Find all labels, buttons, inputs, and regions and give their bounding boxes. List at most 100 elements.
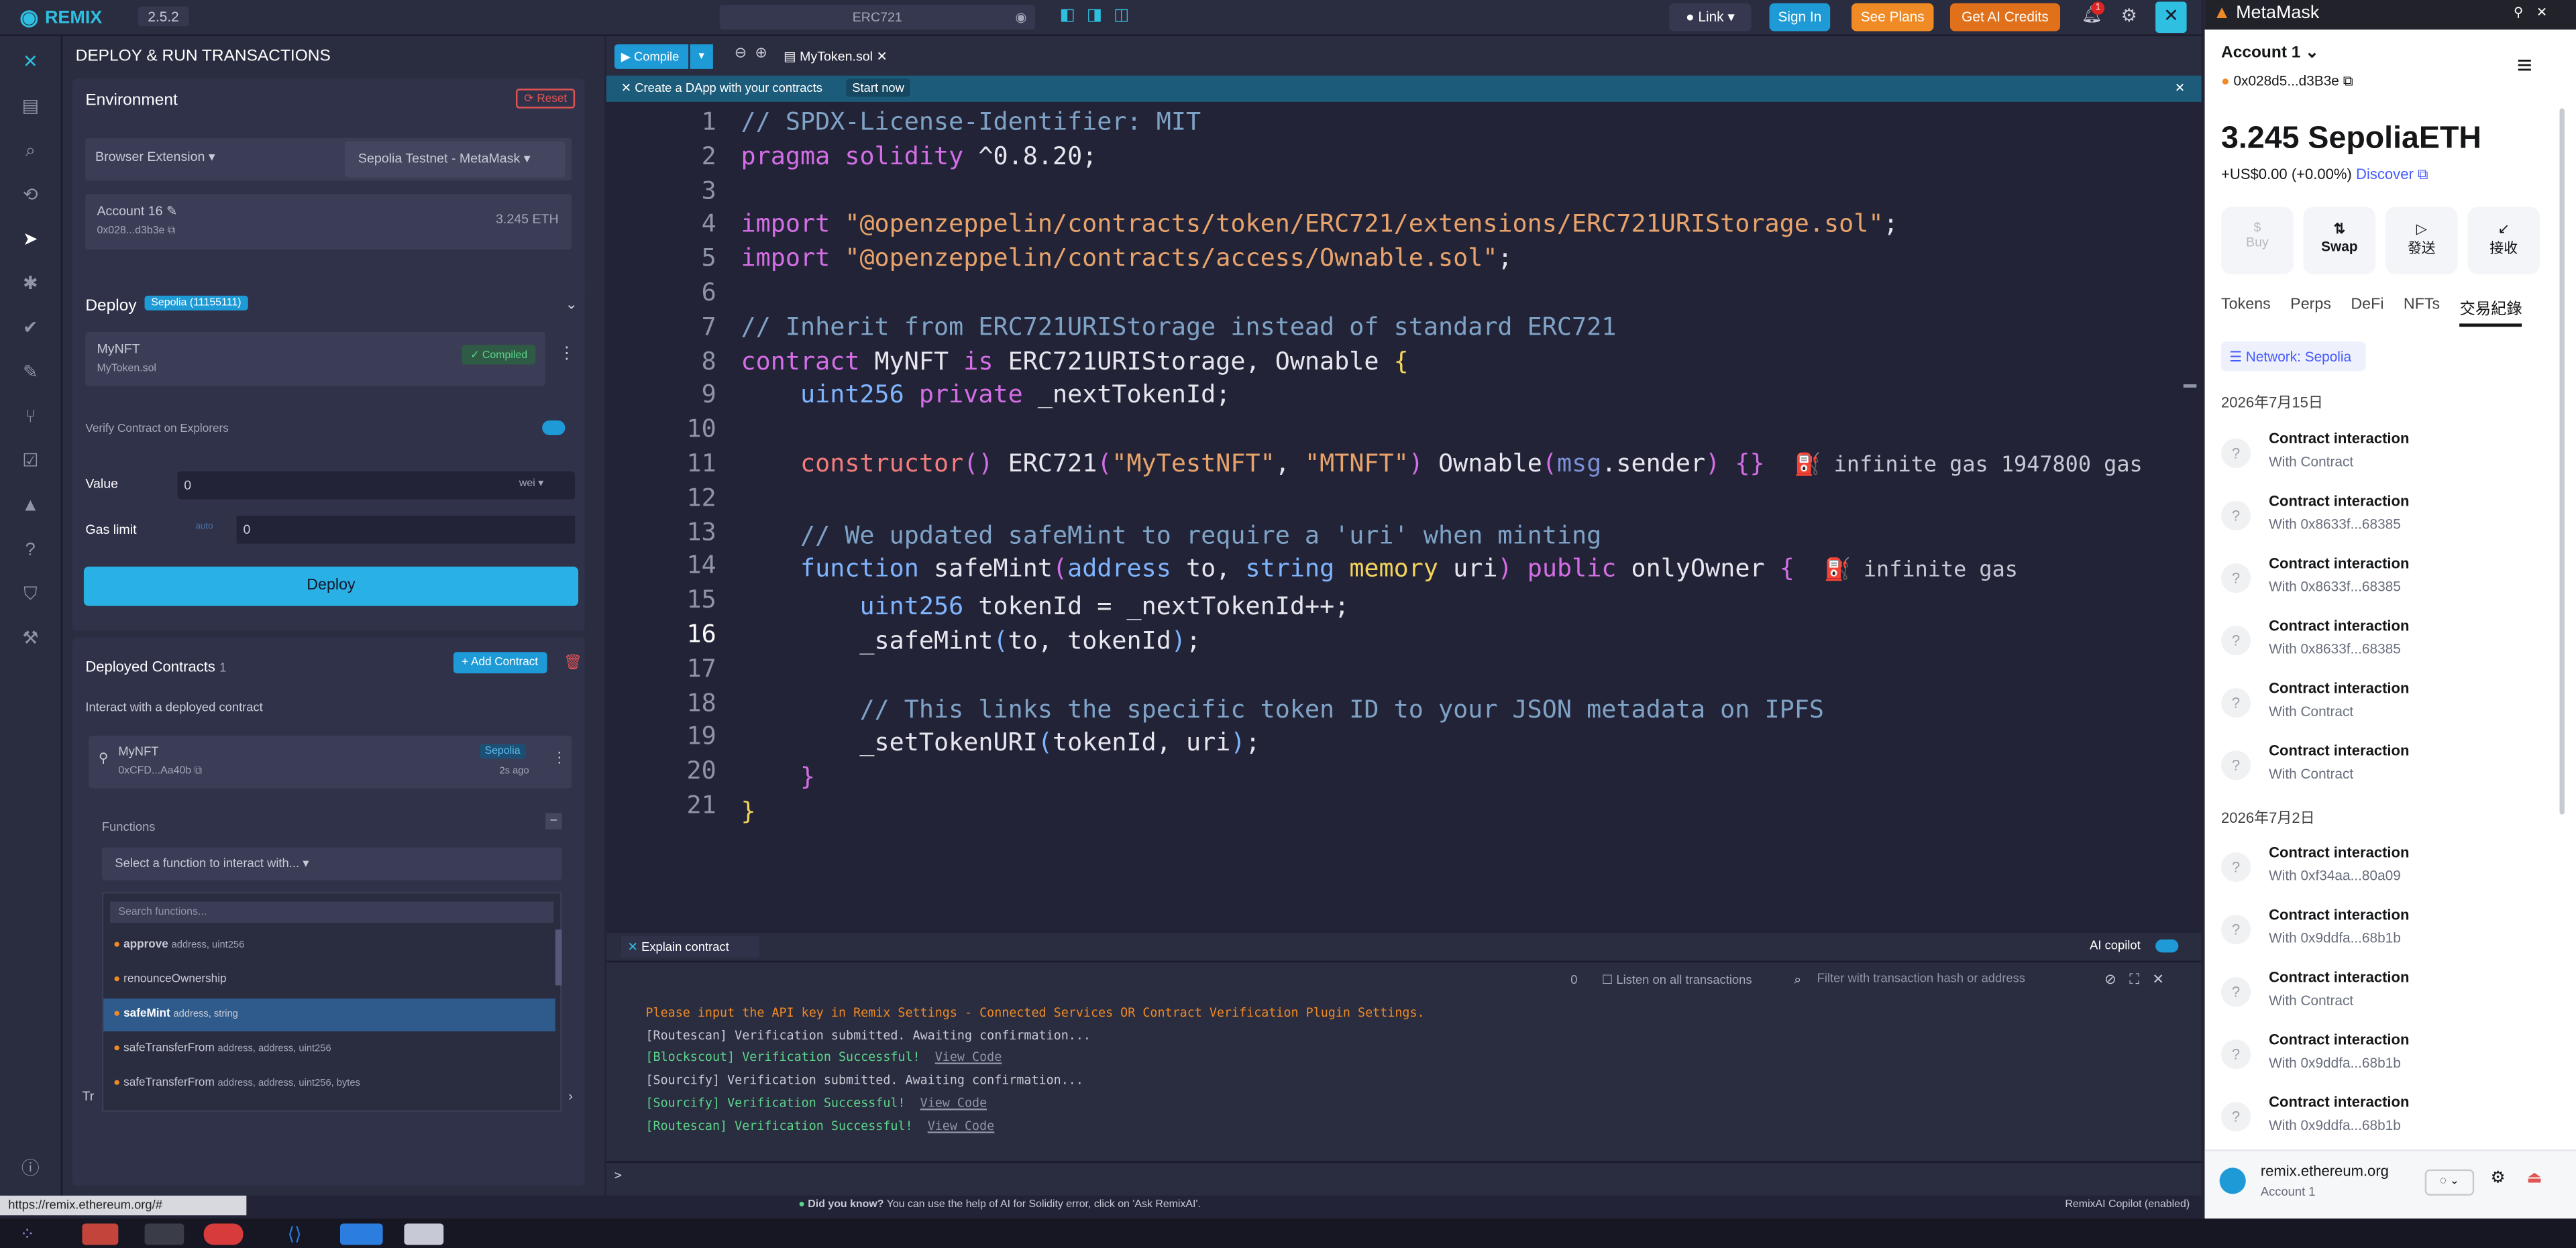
account-address[interactable]: ● 0x028d5...d3B3e ⧉ xyxy=(2221,72,2353,91)
pin-icon[interactable]: ⚲ xyxy=(99,750,108,765)
activity-scrollbar[interactable] xyxy=(2559,108,2565,815)
learneth-icon[interactable]: ▲ xyxy=(18,494,43,519)
tx-item[interactable]: ? Contract interaction With 0x8633f...6838… xyxy=(2205,550,2576,612)
terminal-controls[interactable]: ⊘⛶✕ xyxy=(2104,970,2177,988)
browser-icon[interactable] xyxy=(203,1223,244,1245)
view-code-link[interactable]: View Code xyxy=(935,1050,1002,1064)
gas-auto-toggle[interactable]: auto xyxy=(191,520,219,534)
tab-perps[interactable]: Perps xyxy=(2290,296,2331,327)
function-option-safetransferfrom-bytes[interactable]: ● safeTransferFrom address, address, uin… xyxy=(103,1068,555,1100)
gas-limit-input[interactable]: 0 xyxy=(236,515,576,544)
close-icon[interactable]: ✕ xyxy=(877,49,888,64)
workspace-selector[interactable]: ERC721 ◉ xyxy=(719,5,1035,30)
site-network-select[interactable]: ◌ ⌄ xyxy=(2424,1169,2475,1196)
git-icon[interactable]: ⑂ xyxy=(18,406,43,431)
function-option-safemint[interactable]: ● safeMint address, string xyxy=(103,998,555,1031)
file-explorer-icon[interactable]: ▤ xyxy=(18,95,43,120)
layout-toggle-icons[interactable]: ◧◨◫ xyxy=(1060,7,1141,25)
tx-item[interactable]: ? Contract interaction With 0x9ddfa...68b1… xyxy=(2205,1089,2576,1151)
dropdown-scrollbar[interactable] xyxy=(555,929,562,986)
tx-item[interactable]: ? Contract interaction With 0x9ddfa...68b1… xyxy=(2205,902,2576,964)
app-icon[interactable] xyxy=(404,1223,444,1245)
swap-button[interactable]: ⇅ Swap xyxy=(2303,207,2376,274)
hamburger-menu-icon[interactable]: ≡ xyxy=(2517,52,2532,82)
terminal-prompt[interactable]: > xyxy=(614,1168,622,1182)
listen-checkbox[interactable]: ☐ Listen on all transactions xyxy=(1602,972,1752,987)
tx-item[interactable]: ? Contract interaction With Contract xyxy=(2205,738,2576,800)
tab-nfts[interactable]: NFTs xyxy=(2404,296,2440,327)
home-icon[interactable]: ✕ xyxy=(18,51,43,76)
chevron-down-icon[interactable]: ⌄ xyxy=(565,296,577,314)
collapse-icon[interactable]: − xyxy=(545,813,562,830)
debugger-icon[interactable]: ✱ xyxy=(18,273,43,298)
tx-item[interactable]: ? Contract interaction With 0x8633f...6838… xyxy=(2205,488,2576,550)
tab-activity[interactable]: 交易紀錄 xyxy=(2459,296,2522,327)
pencil-icon[interactable]: ✎ xyxy=(166,204,177,219)
copilot-status[interactable]: RemixAI Copilot (enabled) xyxy=(2065,1199,2190,1210)
help-icon[interactable]: ? xyxy=(18,538,43,563)
tab-tokens[interactable]: Tokens xyxy=(2221,296,2271,327)
function-select[interactable]: Select a function to interact with... ▾ xyxy=(101,847,562,881)
start-now-button[interactable]: Start now xyxy=(845,78,911,97)
app-icon[interactable] xyxy=(339,1223,383,1245)
window-controls[interactable]: ⚲✕ xyxy=(2514,5,2561,19)
tx-item[interactable]: ? Contract interaction With Contract xyxy=(2205,425,2576,488)
buy-button[interactable]: $ Buy xyxy=(2221,207,2294,274)
tx-item[interactable]: ? Contract interaction With Contract xyxy=(2205,964,2576,1027)
apps-icon[interactable]: ⁘ xyxy=(19,1224,35,1245)
terminal-filter-input[interactable]: Filter with transaction hash or address xyxy=(1817,967,2100,990)
deploy-button[interactable]: Deploy xyxy=(83,566,579,606)
explain-contract-button[interactable]: ✕ Explain contract xyxy=(621,935,759,958)
terminal-icon[interactable] xyxy=(144,1223,184,1245)
compile-button[interactable]: ▶ Compile xyxy=(614,44,689,69)
files-icon[interactable] xyxy=(82,1223,119,1245)
discover-link[interactable]: Discover ⧉ xyxy=(2356,166,2428,182)
get-ai-credits-button[interactable]: Get AI Credits xyxy=(1949,3,2061,32)
function-option-renounce[interactable]: ● renounceOwnership xyxy=(103,964,555,997)
provider-select[interactable]: Browser Extension ▾ xyxy=(95,150,215,164)
function-option-approve[interactable]: ● approve address, uint256 xyxy=(103,929,555,962)
deployed-instance[interactable]: ⚲ MyNFT 0xCFD...Aa40b ⧉ Sepolia 2s ago ⋮ xyxy=(89,736,572,789)
copy-icon[interactable]: ⧉ xyxy=(168,225,175,237)
verify-toggle[interactable] xyxy=(542,420,566,435)
remix-logo[interactable]: ◉ REMIX xyxy=(19,5,102,31)
function-option-safetransferfrom[interactable]: ● safeTransferFrom address, address, uin… xyxy=(103,1033,555,1066)
account-selector[interactable]: Account 1 ⌄ xyxy=(2221,44,2319,62)
tab-mytoken[interactable]: ▤ MyToken.sol ✕ xyxy=(784,43,905,72)
analysis-icon[interactable]: ☑ xyxy=(18,450,43,475)
kebab-menu-icon[interactable]: ⋮ xyxy=(552,749,567,767)
code-text[interactable]: // SPDX-License-Identifier: MIT pragma s… xyxy=(741,105,2142,829)
account-select[interactable]: Account 16 ✎ 0x028...d3b3e ⧉ 3.245 ETH xyxy=(85,193,572,250)
tab-defi[interactable]: DeFi xyxy=(2351,296,2383,327)
receive-button[interactable]: ↙ 接收 xyxy=(2467,207,2540,274)
copy-icon[interactable]: ⧉ xyxy=(195,765,202,777)
see-plans-button[interactable]: See Plans xyxy=(1851,3,1934,32)
info-icon[interactable]: ⓘ xyxy=(18,1158,43,1183)
solidity-compiler-icon[interactable]: ⟲ xyxy=(18,184,43,209)
sign-in-button[interactable]: Sign In xyxy=(1769,3,1831,32)
search-icon[interactable]: ⌕ xyxy=(18,139,43,164)
send-button[interactable]: ▷ 發送 xyxy=(2385,207,2458,274)
deploy-run-icon[interactable]: ➤ xyxy=(18,228,43,253)
plugin-manager-icon[interactable]: ⚒ xyxy=(18,628,43,653)
test-icon[interactable]: ✔ xyxy=(18,317,43,342)
tx-item[interactable]: ? Contract interaction With 0x9ddfa...68b1… xyxy=(2205,1027,2576,1089)
zoom-icons[interactable]: ⊖⊕ xyxy=(735,44,775,62)
settings-icon[interactable]: ⚙ xyxy=(2491,1170,2506,1188)
contract-select[interactable]: MyNFT MyToken.sol ✓ Compiled xyxy=(85,331,546,386)
tx-item[interactable]: ? Contract interaction With 0xf34aa...80a0… xyxy=(2205,839,2576,901)
compile-options-button[interactable]: ▾ xyxy=(690,44,713,69)
plugin-icon[interactable]: ✎ xyxy=(18,361,43,386)
tx-item[interactable]: ? Contract interaction With 0x8633f...6838… xyxy=(2205,612,2576,675)
github-link-button[interactable]: ● Link ▾ xyxy=(1669,3,1752,32)
kebab-menu-icon[interactable]: ⋮ xyxy=(559,345,575,363)
copy-icon[interactable]: ⧉ xyxy=(2343,72,2353,89)
gear-icon[interactable]: ⚙ xyxy=(2121,5,2137,26)
remixai-icon[interactable]: ✕ xyxy=(2155,1,2187,33)
view-code-link[interactable]: View Code xyxy=(928,1119,995,1133)
disconnect-icon[interactable]: ⏏ xyxy=(2527,1170,2542,1188)
ai-copilot-toggle[interactable] xyxy=(2155,939,2179,953)
close-icon[interactable]: ✕ xyxy=(2175,76,2185,102)
value-input[interactable]: 0 xyxy=(177,471,576,500)
reset-button[interactable]: ⟳ Reset xyxy=(515,89,576,109)
